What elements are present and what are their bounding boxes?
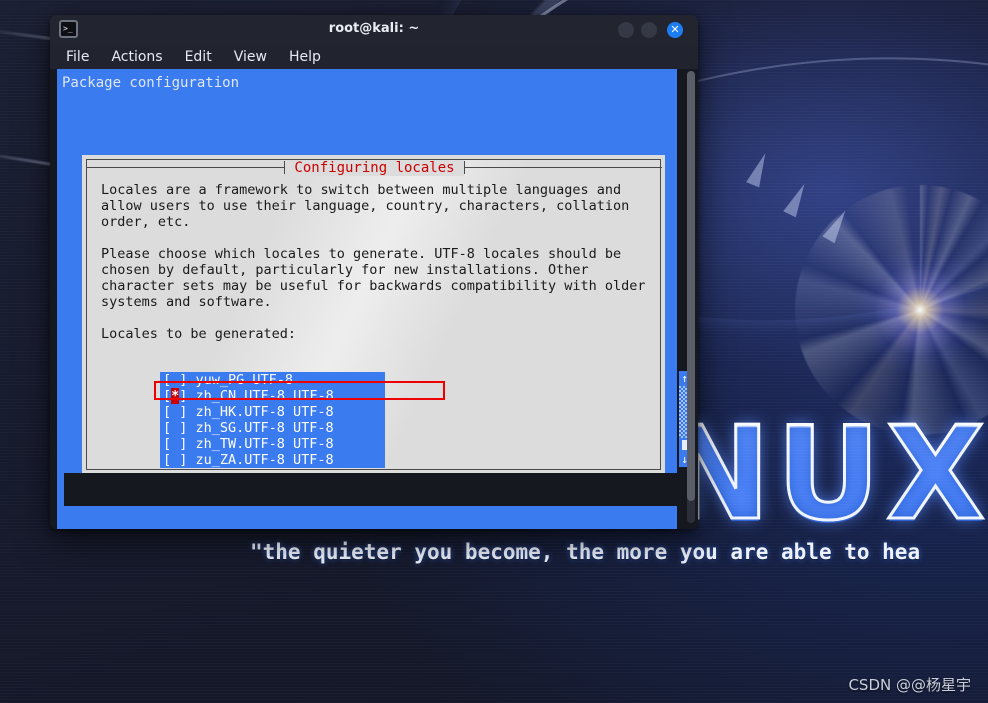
dialog-title-row: Configuring locales xyxy=(87,159,662,176)
locale-list-item[interactable]: [ ] zh_SG.UTF-8 UTF-8 xyxy=(160,420,385,436)
dragon-spike xyxy=(746,150,772,188)
locale-list-item[interactable]: [ ] zh_HK.UTF-8 UTF-8 xyxy=(160,404,385,420)
title-bar[interactable]: >_ root@kali: ~ xyxy=(50,15,698,44)
dragon-spike xyxy=(822,206,852,244)
locale-list[interactable]: [ ] yuw_PG UTF-8 [*] zh_CN.UTF-8 UTF-8[ ]… xyxy=(160,372,385,468)
menu-item-edit[interactable]: Edit xyxy=(185,49,212,65)
menu-item-file[interactable]: File xyxy=(66,49,89,65)
locale-list-item[interactable]: [ ] yuw_PG UTF-8 xyxy=(160,372,385,388)
menu-bar: File Actions Edit View Help xyxy=(50,44,698,69)
maximize-button[interactable] xyxy=(641,22,657,38)
terminal-scrollbar[interactable] xyxy=(687,71,695,523)
locale-list-item[interactable]: [ ] zu_ZA.UTF-8 UTF-8 xyxy=(160,452,385,468)
locale-list-item[interactable]: [ ] zh_TW.UTF-8 UTF-8 xyxy=(160,436,385,452)
dialog-backdrop: Package configuration Configuring locale… xyxy=(57,69,690,516)
terminal-bottom-bar xyxy=(57,506,677,529)
dialog-title: Configuring locales xyxy=(285,159,464,176)
terminal-window: >_ root@kali: ~ File Actions Edit View H… xyxy=(50,15,698,529)
dialog-frame: Configuring locales Locales are a framew… xyxy=(86,159,690,516)
dialog-body-text: Locales are a framework to switch betwee… xyxy=(101,182,646,342)
title-rule-right xyxy=(463,161,662,174)
menu-item-help[interactable]: Help xyxy=(289,49,321,65)
configuring-locales-dialog: Configuring locales Locales are a framew… xyxy=(82,155,690,516)
close-button[interactable] xyxy=(667,21,683,38)
terminal-scrollbar-thumb[interactable] xyxy=(687,71,695,501)
menu-item-actions[interactable]: Actions xyxy=(111,49,162,65)
terminal-blank-strip xyxy=(64,473,684,506)
dragon-spike xyxy=(783,180,811,218)
terminal-content: Package configuration Configuring locale… xyxy=(50,69,698,529)
locale-list-item[interactable]: [*] zh_CN.UTF-8 UTF-8 xyxy=(160,388,385,404)
lens-flare xyxy=(855,245,985,375)
menu-item-view[interactable]: View xyxy=(234,49,267,65)
locale-checked-marker: * xyxy=(171,388,180,404)
csdn-watermark: CSDN @@杨星宇 xyxy=(848,676,971,694)
minimize-button[interactable] xyxy=(618,22,634,38)
window-title: root@kali: ~ xyxy=(328,21,420,36)
title-rule-left xyxy=(87,161,286,174)
package-configuration-header: Package configuration xyxy=(62,75,240,91)
wallpaper-quote: "the quieter you become, the more you ar… xyxy=(250,540,921,564)
